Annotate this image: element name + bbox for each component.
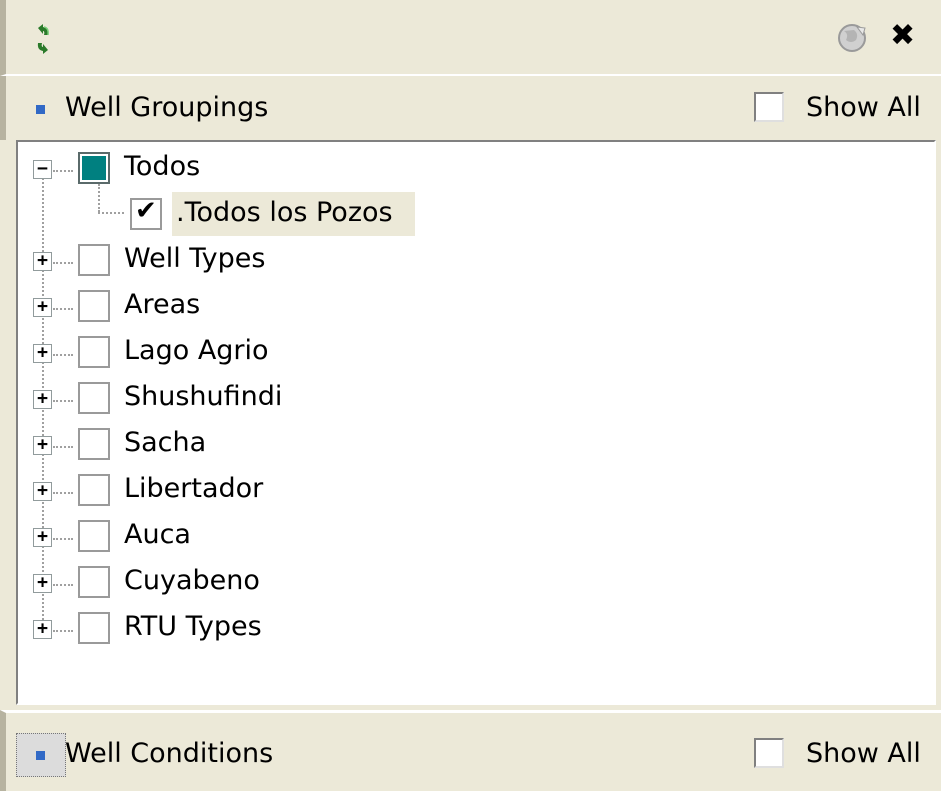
expand-toggle[interactable]: + xyxy=(33,252,52,271)
expand-toggle[interactable]: + xyxy=(33,436,52,455)
tree-item-checkbox[interactable] xyxy=(78,566,110,598)
well-groupings-show-all-checkbox[interactable] xyxy=(754,92,784,122)
tree-item-checkbox[interactable] xyxy=(78,290,110,322)
tree-connector xyxy=(53,354,73,356)
expand-toggle[interactable]: + xyxy=(33,620,52,639)
tree-item-areas[interactable]: + Areas xyxy=(18,284,918,330)
tree-item-checkbox[interactable] xyxy=(78,244,110,276)
tree-item-checkbox[interactable] xyxy=(78,612,110,644)
tree-connector xyxy=(53,308,73,310)
tree-connector xyxy=(53,492,73,494)
tree-item-checkbox[interactable] xyxy=(78,382,110,414)
tree-item-label: Shushufindi xyxy=(124,381,283,412)
tree-connector xyxy=(53,584,73,586)
tree-item-cuyabeno[interactable]: + Cuyabeno xyxy=(18,560,918,606)
close-icon[interactable]: ✖ xyxy=(890,18,915,53)
expand-toggle[interactable]: + xyxy=(33,298,52,317)
tree-item-checkbox[interactable] xyxy=(78,336,110,368)
well-conditions-show-all-checkbox[interactable] xyxy=(754,738,784,768)
well-groupings-header: Well Groupings Show All xyxy=(0,76,941,140)
tree-connector xyxy=(53,400,73,402)
tree-item-label: Areas xyxy=(124,289,201,320)
tree-item-label: Auca xyxy=(124,519,191,550)
well-conditions-title: Well Conditions xyxy=(65,738,274,769)
expand-toggle[interactable]: + xyxy=(33,528,52,547)
well-groupings-title: Well Groupings xyxy=(65,92,269,123)
tree-item-checkbox[interactable] xyxy=(78,428,110,460)
tree-item-auca[interactable]: + Auca xyxy=(18,514,918,560)
well-conditions-header[interactable]: Well Conditions Show All xyxy=(0,710,941,791)
tree-item-label: .Todos los Pozos xyxy=(176,197,393,228)
tree-connector xyxy=(53,446,73,448)
tree-item-checkbox[interactable] xyxy=(78,474,110,506)
tree-item-label: Well Types xyxy=(124,243,266,274)
tree-item-label: RTU Types xyxy=(124,611,262,642)
bullet-icon xyxy=(36,105,45,114)
tree-item-rtu-types[interactable]: + RTU Types xyxy=(18,606,918,652)
globe-icon[interactable] xyxy=(835,22,869,54)
tree-item-label: Sacha xyxy=(124,427,207,458)
well-filter-panel: ✖ Well Groupings Show All − Todos ✔ .Tod… xyxy=(0,0,941,791)
tree-item-lago-agrio[interactable]: + Lago Agrio xyxy=(18,330,918,376)
tree-item-sacha[interactable]: + Sacha xyxy=(18,422,918,468)
tree-connector xyxy=(53,170,73,172)
tree-item-todos[interactable]: − Todos xyxy=(18,146,918,192)
bullet-icon xyxy=(36,751,45,760)
tree-item-shushufindi[interactable]: + Shushufindi xyxy=(18,376,918,422)
check-icon: ✔ xyxy=(135,196,157,226)
tree-item-well-types[interactable]: + Well Types xyxy=(18,238,918,284)
expand-toggle[interactable]: + xyxy=(33,344,52,363)
well-groupings-show-all-label[interactable]: Show All xyxy=(806,92,921,123)
expand-toggle[interactable]: + xyxy=(33,574,52,593)
expand-toggle[interactable]: + xyxy=(33,390,52,409)
well-conditions-show-all-label[interactable]: Show All xyxy=(806,738,921,769)
expand-toggle[interactable]: + xyxy=(33,482,52,501)
well-groupings-tree[interactable]: − Todos ✔ .Todos los Pozos + Well Types … xyxy=(16,140,936,705)
tree-connector xyxy=(53,538,73,540)
tree-item-libertador[interactable]: + Libertador xyxy=(18,468,918,514)
partial-fill xyxy=(82,156,106,180)
collapse-toggle[interactable]: − xyxy=(33,160,52,179)
tree-connector xyxy=(53,262,73,264)
tree-item-todos-los-pozos[interactable]: ✔ .Todos los Pozos xyxy=(18,192,918,238)
tree-item-label: Libertador xyxy=(124,473,264,504)
tree-item-checkbox-partial[interactable] xyxy=(78,152,110,184)
toolbar: ✖ xyxy=(0,0,941,76)
refresh-icon[interactable] xyxy=(32,24,54,54)
tree-item-label: Cuyabeno xyxy=(124,565,260,596)
tree-item-label: Lago Agrio xyxy=(124,335,269,366)
tree-connector xyxy=(53,630,73,632)
tree-item-checkbox[interactable] xyxy=(78,520,110,552)
tree-item-checkbox-checked[interactable]: ✔ xyxy=(130,196,162,230)
tree-item-label: Todos xyxy=(124,151,201,182)
